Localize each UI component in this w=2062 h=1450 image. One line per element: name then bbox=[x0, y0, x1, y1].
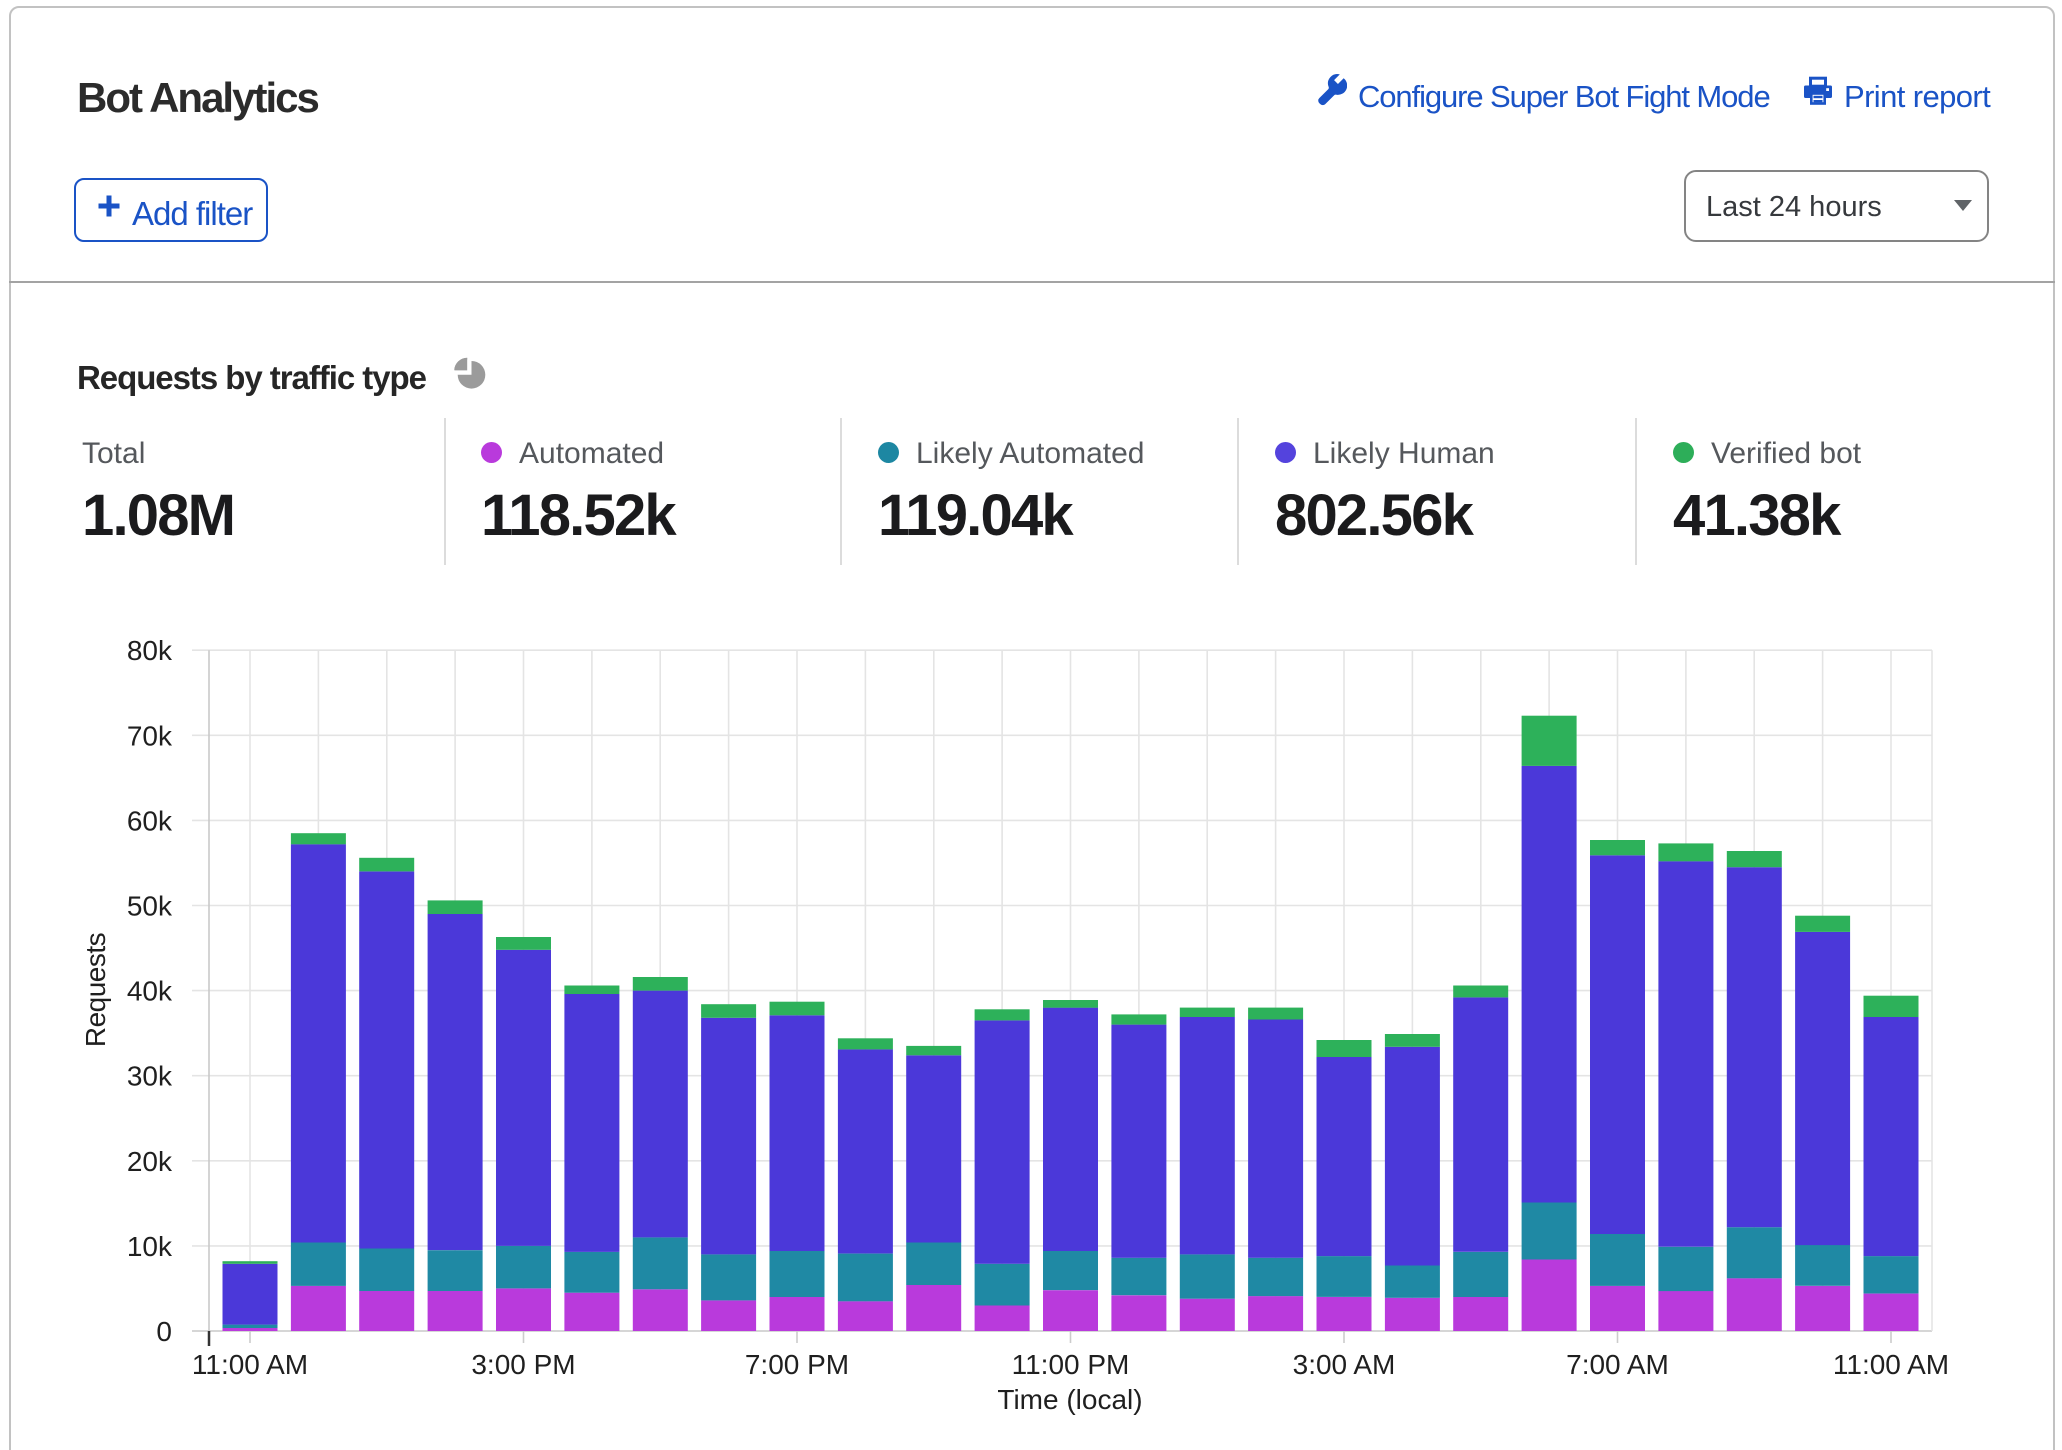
svg-text:3:00 AM: 3:00 AM bbox=[1293, 1349, 1396, 1380]
svg-text:7:00 AM: 7:00 AM bbox=[1566, 1349, 1669, 1380]
svg-text:Requests: Requests bbox=[80, 933, 111, 1047]
svg-text:70k: 70k bbox=[127, 720, 173, 751]
svg-text:11:00 AM: 11:00 AM bbox=[192, 1349, 308, 1380]
svg-text:40k: 40k bbox=[127, 976, 173, 1007]
svg-text:3:00 PM: 3:00 PM bbox=[471, 1349, 575, 1380]
svg-text:0: 0 bbox=[156, 1316, 172, 1347]
svg-text:11:00 PM: 11:00 PM bbox=[1012, 1349, 1130, 1380]
svg-text:50k: 50k bbox=[127, 891, 173, 922]
svg-text:60k: 60k bbox=[127, 805, 173, 836]
svg-text:7:00 PM: 7:00 PM bbox=[745, 1349, 849, 1380]
svg-text:80k: 80k bbox=[127, 635, 173, 666]
svg-text:11:00 AM: 11:00 AM bbox=[1833, 1349, 1949, 1380]
svg-text:Time (local): Time (local) bbox=[997, 1384, 1142, 1415]
svg-text:30k: 30k bbox=[127, 1061, 173, 1092]
svg-text:10k: 10k bbox=[127, 1231, 173, 1262]
svg-text:20k: 20k bbox=[127, 1146, 173, 1177]
